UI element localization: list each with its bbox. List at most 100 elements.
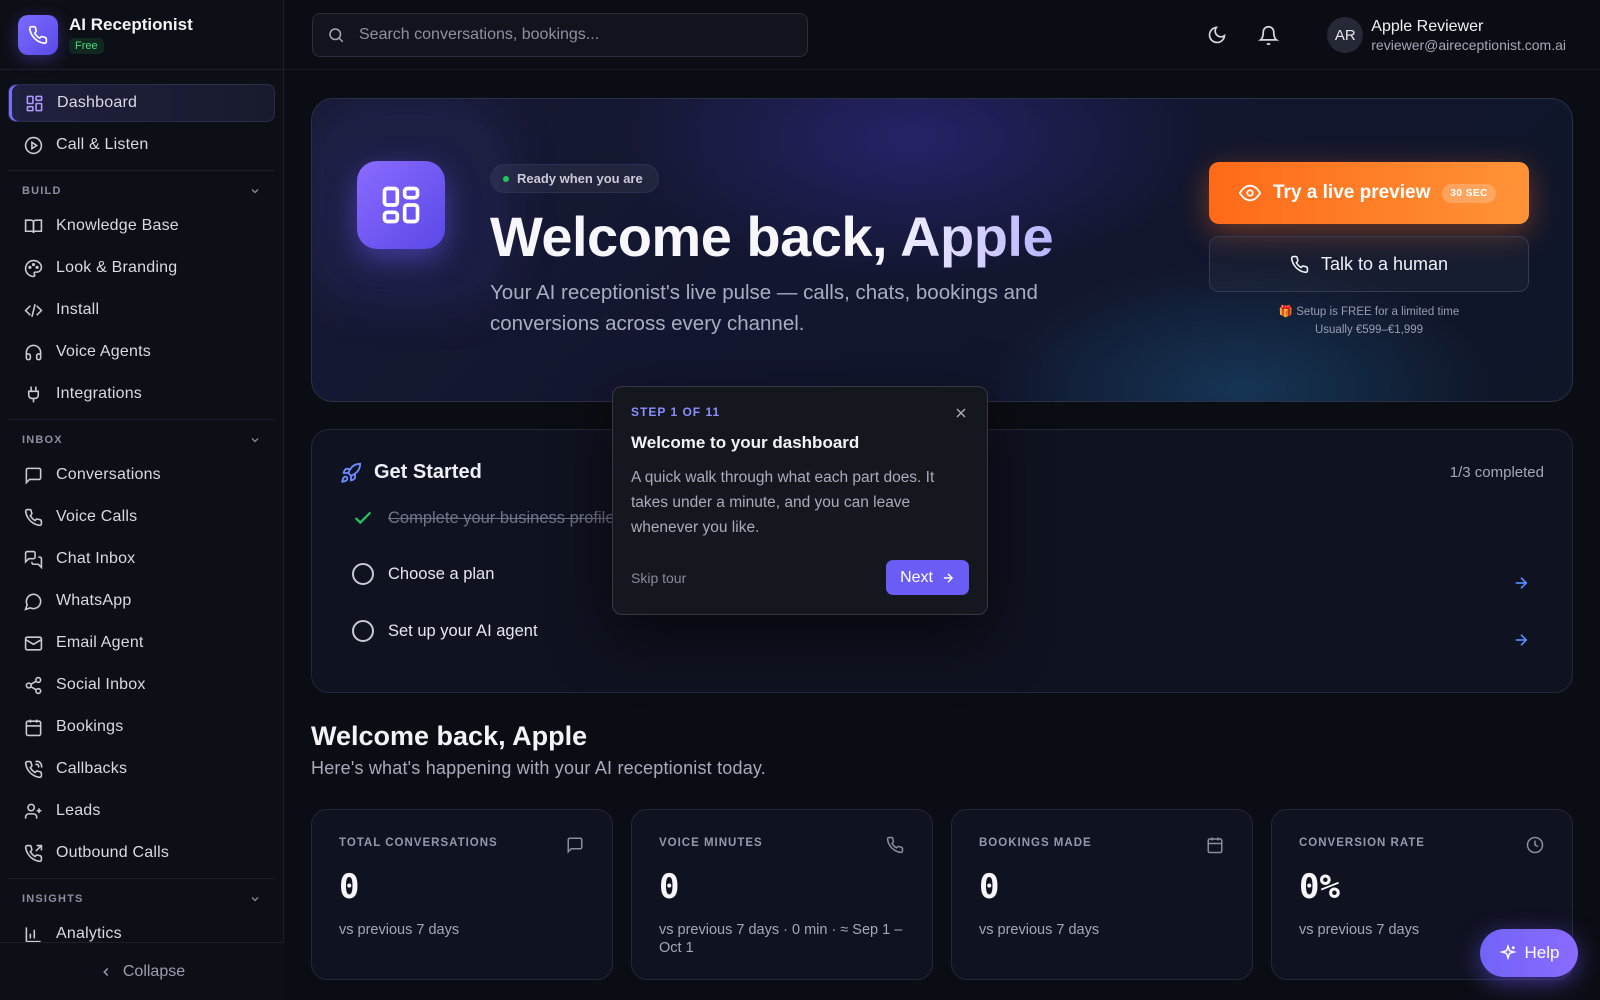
talk-to-human-button[interactable]: Talk to a human [1209,236,1529,292]
get-started-title: Get Started [340,461,482,484]
sidebar-item-label: WhatsApp [56,592,132,609]
stat-value: 0 [659,867,680,907]
sidebar-item-integrations[interactable]: Integrations [8,375,275,413]
moon-icon[interactable] [1204,22,1230,48]
stat-comparison: vs previous 7 days [339,922,460,938]
code-icon [22,299,44,321]
section-title: BUILD [22,185,62,197]
sidebar-item-chat-inbox[interactable]: Chat Inbox [8,540,275,578]
stat-value: 0 [339,867,360,907]
user-menu[interactable]: AR Apple Reviewer reviewer@aireceptionis… [1327,17,1566,53]
search-input[interactable] [359,25,779,44]
chevron-down-icon [249,434,261,446]
share-icon [22,674,44,696]
arrow-right-icon [941,571,955,585]
stat-card-total-conversations[interactable]: TOTAL CONVERSATIONS 0 vs previous 7 days [311,809,613,980]
messages-icon [22,548,44,570]
get-started-title-text: Get Started [374,461,482,483]
sidebar-item-call-listen[interactable]: Call & Listen [8,126,275,164]
empty-circle-icon [352,620,374,642]
sidebar-item-callbacks[interactable]: Callbacks [8,750,275,788]
help-label: Help [1524,943,1560,962]
duration-badge: 30 SEC [1442,183,1496,203]
section-build-header[interactable]: BUILD [8,170,275,203]
next-label: Next [900,568,933,586]
welcome-title: Welcome back, Apple [311,721,588,751]
sidebar-item-voice-agents[interactable]: Voice Agents [8,333,275,371]
clock-icon [1526,836,1546,856]
setup-promo: 🎁 Setup is FREE for a limited time Usual… [1209,303,1529,339]
next-button[interactable]: Next [886,560,969,595]
status-pill-label: Ready when you are [517,171,643,186]
task-setup-agent[interactable]: Set up your AI agent [352,616,538,646]
stat-card-voice-minutes[interactable]: VOICE MINUTES 0 vs previous 7 days · 0 m… [631,809,933,980]
bell-icon[interactable] [1255,22,1281,48]
stat-label: TOTAL CONVERSATIONS [339,837,498,849]
task-choose-plan[interactable]: Choose a plan [352,559,494,589]
skip-tour-link[interactable]: Skip tour [631,570,686,586]
tour-step-indicator: STEP 1 OF 11 [631,405,721,419]
message-square-icon [566,836,586,856]
sidebar-item-outbound-calls[interactable]: Outbound Calls [8,834,275,872]
search-box[interactable] [312,12,808,57]
arrow-right-icon[interactable] [1512,631,1532,651]
whatsapp-icon [22,590,44,612]
sidebar-item-install[interactable]: Install [8,291,275,329]
sidebar-item-label: Bookings [56,718,124,735]
live-preview-button[interactable]: Try a live preview 30 SEC [1209,162,1529,224]
sidebar-item-label: Outbound Calls [56,844,170,861]
sidebar-item-label: Voice Agents [56,343,151,360]
hero-title-prefix: Welcome back, [490,205,901,268]
sidebar-item-label: Conversations [56,466,161,483]
tour-popover: STEP 1 OF 11 Welcome to your dashboard A… [612,386,988,615]
phone-outgoing-icon [22,842,44,864]
sidebar-item-whatsapp[interactable]: WhatsApp [8,582,275,620]
sidebar-item-label: Knowledge Base [56,217,179,234]
tour-title: Welcome to your dashboard [631,433,860,452]
section-title: INBOX [22,434,63,446]
eye-icon [1239,182,1261,204]
task-label: Complete your business profile [388,508,615,527]
close-icon[interactable] [953,405,969,421]
sidebar-item-knowledge-base[interactable]: Knowledge Base [8,207,275,245]
sidebar-item-email-agent[interactable]: Email Agent [8,624,275,662]
brand[interactable]: AI Receptionist Free [0,0,283,70]
sparkles-icon [1498,944,1517,962]
help-button[interactable]: Help [1480,929,1578,977]
section-inbox-header[interactable]: INBOX [8,419,275,452]
section-insights-header[interactable]: INSIGHTS [8,878,275,911]
sidebar-item-label: Integrations [56,385,143,402]
sidebar-item-social-inbox[interactable]: Social Inbox [8,666,275,704]
plan-badge: Free [69,38,104,54]
avatar: AR [1327,17,1364,53]
stat-value: 0 [979,867,1000,907]
talk-to-human-label: Talk to a human [1320,253,1449,274]
phone-icon [22,506,44,528]
sidebar-item-look-branding[interactable]: Look & Branding [8,249,275,287]
sidebar-item-bookings[interactable]: Bookings [8,708,275,746]
stat-value: 0% [1299,867,1340,907]
collapse-label: Collapse [122,962,186,980]
live-preview-label: Try a live preview [1273,182,1431,203]
palette-icon [22,257,44,279]
collapse-sidebar-button[interactable]: Collapse [0,942,284,1000]
sidebar-item-label: Look & Branding [56,259,178,276]
topbar: AR Apple Reviewer reviewer@aireceptionis… [284,0,1600,70]
dashboard-grid-icon [357,161,445,249]
user-name: Apple Reviewer [1371,17,1484,35]
sidebar-item-voice-calls[interactable]: Voice Calls [8,498,275,536]
stat-comparison: vs previous 7 days [979,922,1100,938]
arrow-right-icon[interactable] [1512,574,1532,594]
phone-icon [886,836,906,856]
task-business-profile[interactable]: Complete your business profile [352,503,615,533]
progress-count: 1/3 completed [1449,464,1544,481]
sidebar-item-dashboard[interactable]: Dashboard [8,84,275,122]
stat-label: BOOKINGS MADE [979,837,1092,849]
play-circle-icon [22,134,44,156]
sidebar-item-leads[interactable]: Leads [8,792,275,830]
calendar-icon [1206,836,1226,856]
sidebar-item-conversations[interactable]: Conversations [8,456,275,494]
sidebar-nav: Dashboard Call & Listen BUILD Knowledge … [0,70,283,953]
stat-card-bookings-made[interactable]: BOOKINGS MADE 0 vs previous 7 days [951,809,1253,980]
stat-label: VOICE MINUTES [659,837,763,849]
